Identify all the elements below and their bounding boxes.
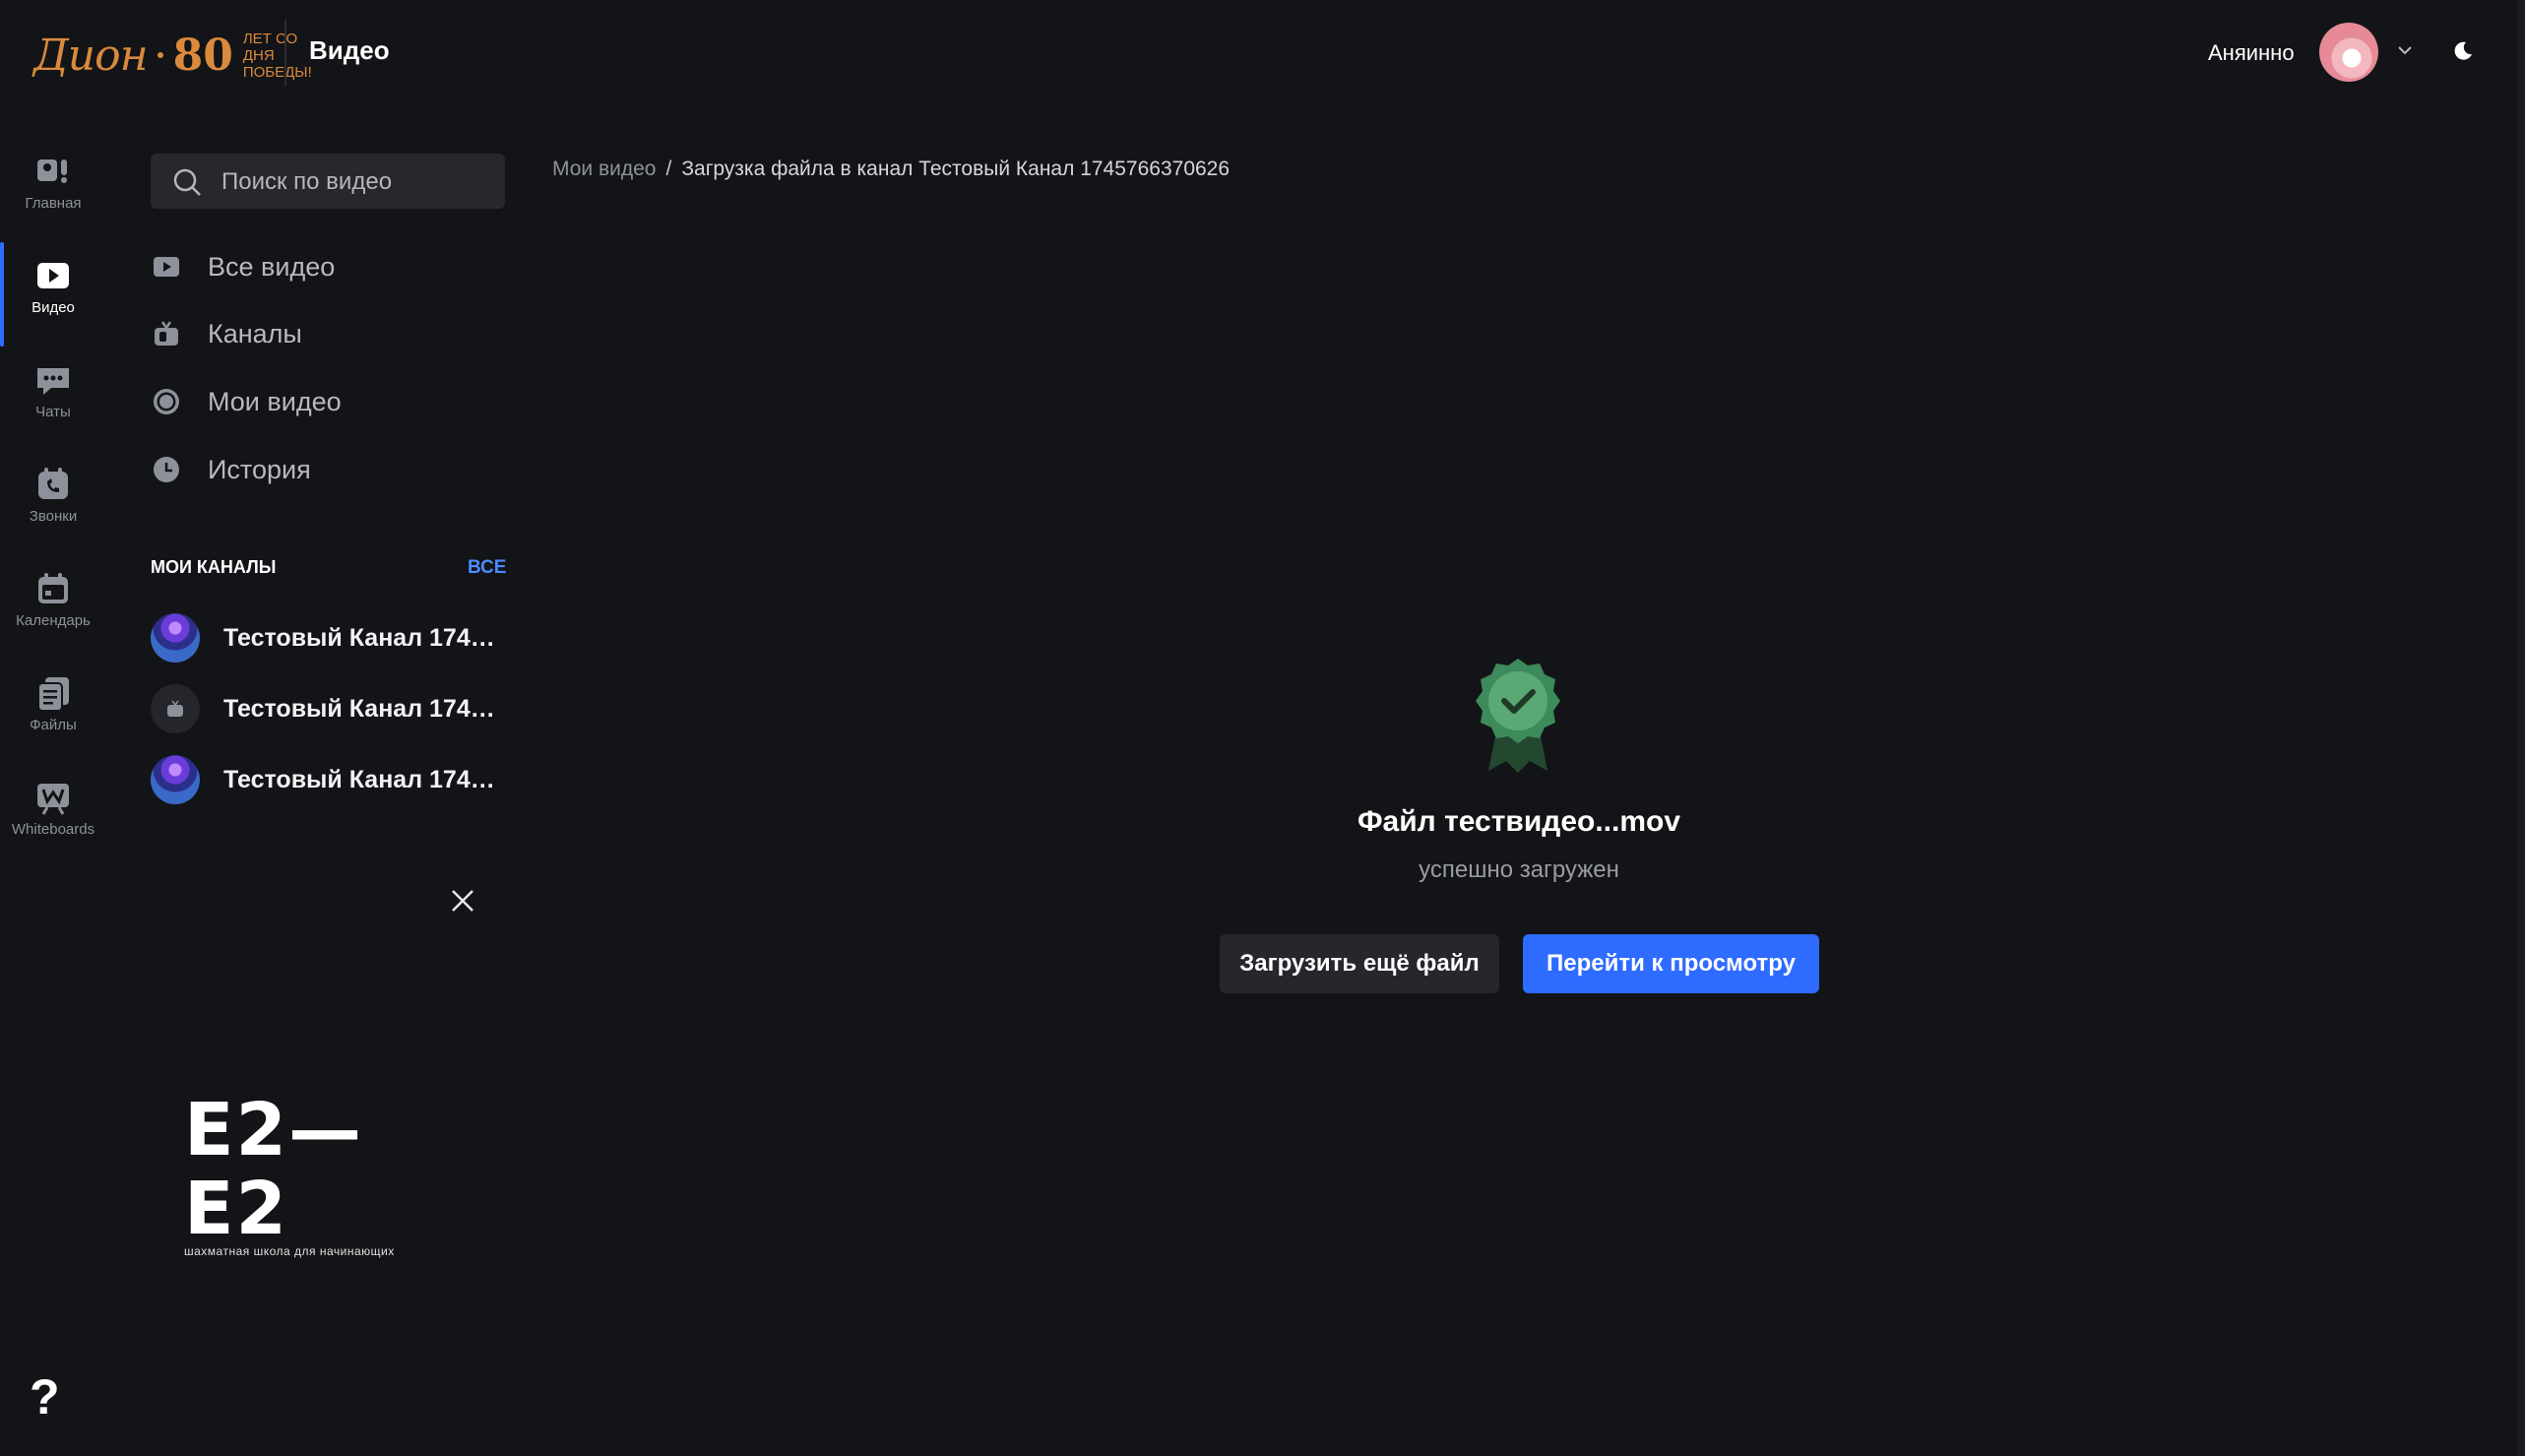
page-scrollbar[interactable] (2517, 0, 2525, 1456)
brand-logo[interactable]: Дион 80 лет со дня победы! (33, 24, 332, 87)
nav-label: Мои видео (208, 386, 342, 416)
app-rail: Главная Видео Чаты Звонки Календарь Файл… (0, 138, 106, 886)
rail-label: Видео (32, 299, 75, 316)
user-name[interactable]: Аняинно (2208, 40, 2295, 66)
channel-name: Тестовый Канал 17457... (223, 765, 504, 793)
rail-label: Чаты (35, 404, 71, 420)
breadcrumb-current: Загрузка файла в канал Тестовый Канал 17… (681, 158, 1231, 180)
channel-item[interactable]: Тестовый Канал 17457... (151, 679, 505, 738)
breadcrumb-root[interactable]: Мои видео (552, 158, 656, 180)
search-box (151, 154, 505, 211)
promo-title: E2—E2 (184, 1088, 364, 1251)
channel-name: Тестовый Канал 17457... (223, 694, 504, 723)
close-icon[interactable] (448, 886, 477, 916)
home-icon (37, 159, 67, 183)
channel-name: Тестовый Канал 17457... (223, 623, 504, 652)
avatar[interactable] (2319, 23, 2378, 82)
whiteboard-icon (37, 784, 69, 815)
promo-banner[interactable]: E2—E2 шахматная школа для начинающих (184, 1091, 460, 1258)
rail-item-video[interactable]: Видео (0, 242, 106, 347)
search-input[interactable] (220, 154, 489, 211)
my-channels-heading: МОИ КАНАЛЫ (151, 557, 277, 577)
rail-item-whiteboards[interactable]: Whiteboards (0, 764, 106, 862)
nav-label: Каналы (208, 318, 302, 348)
video-icon (37, 263, 69, 288)
breadcrumb-separator: / (665, 158, 672, 180)
channel-thumbnail (151, 684, 200, 733)
rail-label: Файлы (30, 717, 77, 733)
promo-subtitle: шахматная школа для начинающих (184, 1244, 395, 1258)
rail-label: Календарь (16, 612, 91, 629)
page-title: Видео (309, 35, 390, 65)
play-square-icon (154, 257, 179, 277)
calendar-icon (38, 573, 68, 603)
logo-dot (157, 52, 163, 58)
tv-icon (167, 700, 183, 717)
nav-label: Все видео (208, 251, 336, 282)
rail-item-files[interactable]: Файлы (0, 660, 106, 758)
rail-item-calendar[interactable]: Календарь (0, 555, 106, 654)
sidebar-item-history[interactable]: История (151, 445, 505, 494)
upload-status-text: успешно загружен (1419, 856, 1619, 883)
logo-number: 80 (172, 30, 233, 81)
channel-thumbnail (151, 613, 200, 663)
help-button[interactable]: ? (30, 1368, 60, 1425)
rail-label: Главная (25, 195, 82, 212)
files-icon (37, 677, 69, 712)
nav-label: История (208, 454, 311, 484)
sidebar-item-channels[interactable]: Каналы (151, 309, 505, 358)
rail-item-home[interactable]: Главная (0, 138, 106, 236)
upload-more-button[interactable]: Загрузить ещё файл (1220, 934, 1499, 993)
rail-item-calls[interactable]: Звонки (0, 451, 106, 549)
chevron-down-icon[interactable] (2396, 41, 2414, 59)
rail-label: Звонки (29, 508, 78, 525)
record-icon (154, 389, 179, 414)
channel-item[interactable]: Тестовый Канал 17457... (151, 608, 505, 667)
channel-item[interactable]: Тестовый Канал 17457... (151, 750, 505, 809)
header-divider (284, 20, 286, 87)
logo-script: Дион (33, 30, 149, 81)
chat-icon (37, 368, 69, 395)
tv-icon (155, 321, 178, 346)
rail-label: Whiteboards (11, 821, 95, 838)
calls-icon (38, 468, 68, 499)
rail-item-chats[interactable]: Чаты (0, 347, 106, 445)
moon-icon[interactable] (2451, 39, 2475, 63)
channels-all-link[interactable]: ВСЕ (468, 557, 506, 579)
sidebar-item-all-videos[interactable]: Все видео (151, 242, 505, 291)
top-bar: Дион 80 лет со дня победы! Видео Аняинно (0, 0, 2525, 106)
clock-icon (154, 457, 179, 482)
success-badge-icon (1476, 659, 1560, 773)
channel-thumbnail (151, 755, 200, 804)
sidebar-item-my-videos[interactable]: Мои видео (151, 377, 505, 426)
uploaded-file-title: Файл тествидео...mov (1357, 805, 1681, 838)
search-icon (173, 168, 201, 196)
breadcrumb: Мои видео / Загрузка файла в канал Тестовы… (552, 158, 1230, 181)
go-to-view-button[interactable]: Перейти к просмотру (1523, 934, 1819, 993)
